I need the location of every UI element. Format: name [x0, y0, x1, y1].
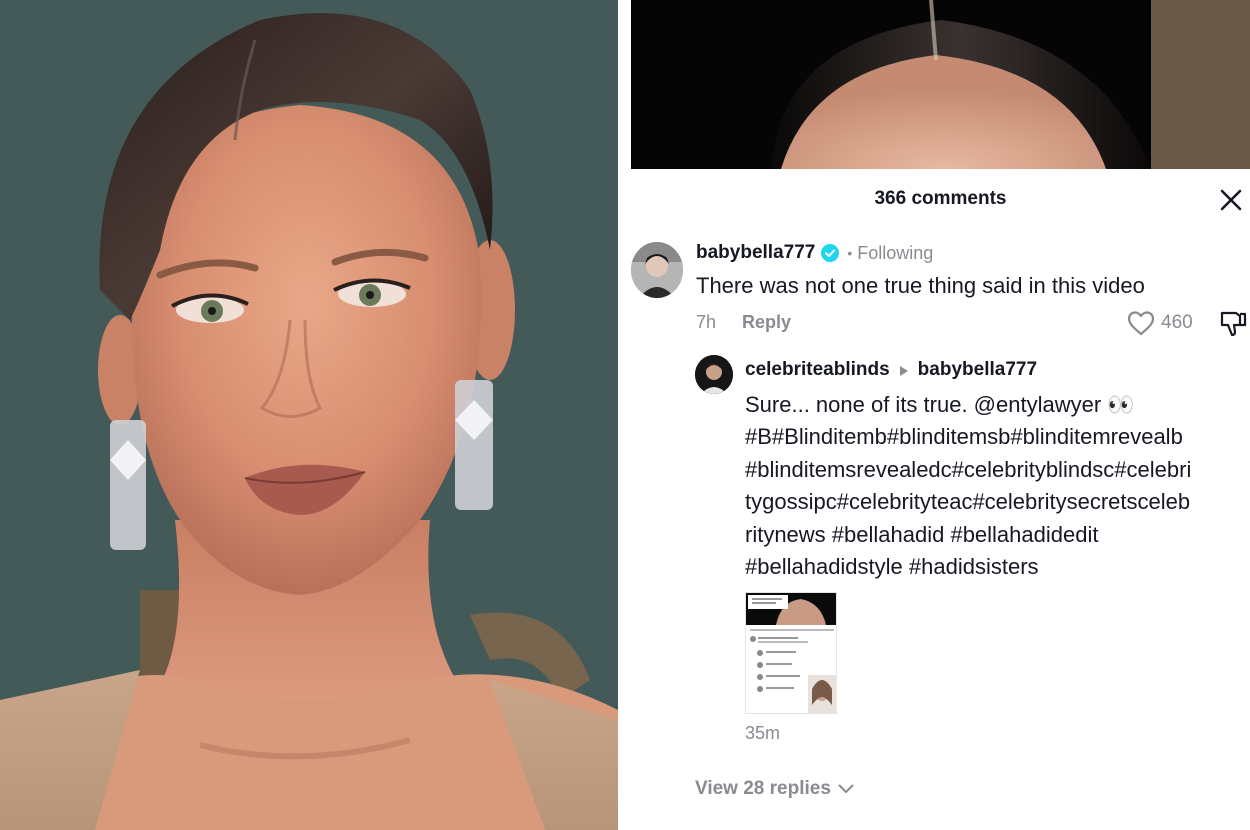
like-button[interactable] — [1126, 309, 1156, 337]
close-icon — [1220, 189, 1242, 211]
chevron-down-icon — [838, 784, 854, 793]
video-frame-illustration — [631, 0, 1250, 169]
comment-item: babybella777 • Following There was not o… — [631, 232, 1250, 342]
comment-text: There was not one true thing said in thi… — [696, 273, 1145, 298]
close-button[interactable] — [1218, 187, 1244, 213]
verified-badge-icon — [821, 244, 840, 262]
comments-header: 366 comments — [631, 169, 1250, 231]
image-divider — [618, 0, 631, 830]
dislike-button[interactable] — [1218, 309, 1248, 337]
triangle-right-icon — [899, 364, 909, 376]
attached-screenshot-thumbnail[interactable] — [745, 592, 837, 714]
thumbs-down-icon — [1220, 311, 1247, 337]
reply-text: Sure... none of its true. @entylawyer 👀 … — [745, 392, 1192, 580]
avatar[interactable] — [631, 242, 683, 298]
avatar-image — [631, 242, 683, 298]
comment-username[interactable]: babybella777 — [696, 242, 815, 264]
view-replies-button[interactable]: View 28 replies — [695, 778, 854, 800]
portrait-photo — [0, 0, 618, 830]
following-status: Following — [857, 242, 934, 263]
portrait-illustration — [0, 0, 618, 830]
like-count: 460 — [1161, 312, 1193, 333]
comments-count: 366 comments — [874, 188, 1007, 209]
video-preview[interactable] — [631, 0, 1250, 169]
comment-timestamp: 7h — [696, 312, 717, 332]
separator-dot: • — [847, 245, 853, 261]
view-replies-label: View 28 replies — [695, 778, 831, 799]
reply-header: celebriteablinds babybella777 — [745, 359, 1037, 381]
reply-button[interactable]: Reply — [742, 312, 791, 333]
earring-right — [455, 380, 493, 510]
avatar[interactable] — [695, 355, 733, 394]
reply-to-username[interactable]: babybella777 — [918, 359, 1037, 381]
reply-username[interactable]: celebriteablinds — [745, 359, 890, 381]
earring-left — [110, 420, 146, 550]
avatar-image — [695, 355, 733, 394]
comment-header: babybella777 • Following — [696, 242, 933, 264]
comments-screenshot: 366 comments babybella777 • Following Th… — [631, 0, 1250, 830]
thumbnail-illustration — [746, 593, 836, 713]
heart-outline-icon — [1127, 311, 1155, 336]
reply-item: celebriteablinds babybella777 Sure... no… — [631, 355, 1250, 755]
reply-timestamp: 35m — [745, 723, 781, 743]
